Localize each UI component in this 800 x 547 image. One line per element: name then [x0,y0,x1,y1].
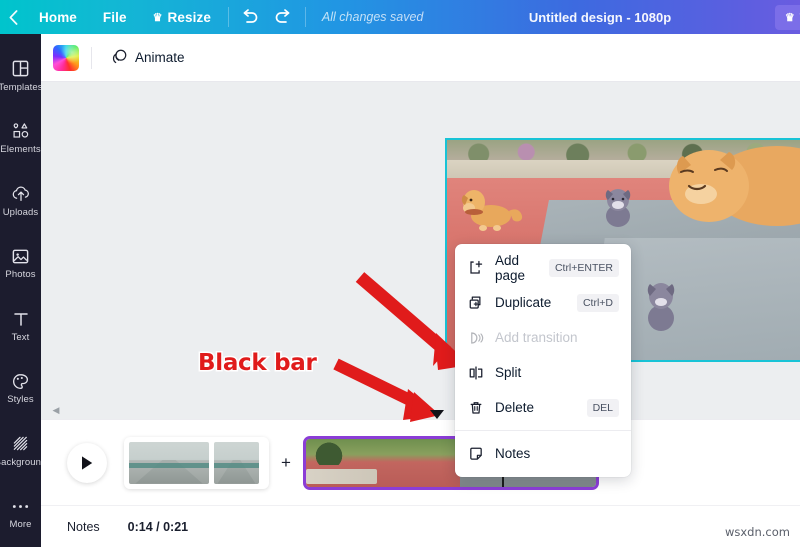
redo-arrow-icon [276,9,290,23]
cartoon-cat-large [669,146,800,226]
toolbar-divider [91,46,92,69]
undo-button[interactable] [233,0,267,34]
split-icon [467,364,484,381]
home-button[interactable]: Home [26,0,90,34]
sidebar-label-photos: Photos [5,269,36,281]
crown-icon: ♛ [152,11,163,24]
context-shortcut-duplicate: Ctrl+D [576,293,619,312]
cartoon-kitten-2 [647,283,675,331]
sidebar-label-text: Text [11,331,30,343]
file-label: File [102,9,127,25]
left-sidebar: Templates Elements Uploads Photos Text S… [0,34,46,547]
home-label: Home [39,9,77,25]
duplicate-icon [467,294,484,311]
text-t-icon [11,309,31,329]
styles-palette-icon [11,371,31,391]
sidebar-item-photos[interactable]: Photos [0,235,41,293]
watermark: wsxdn.com [724,525,790,539]
note-icon [467,445,484,462]
resize-label: Resize [167,9,211,25]
sidebar-item-background[interactable]: Background [0,422,46,480]
context-label-duplicate: Duplicate [495,295,552,310]
context-menu-item-duplicate[interactable]: Duplicate Ctrl+D [455,285,631,320]
canva-video-editor-window: Home File ♛ Resize All changes saved ♛ T… [0,0,800,547]
sidebar-item-uploads[interactable]: Uploads [0,172,41,230]
context-menu-item-add-page[interactable]: Add page Ctrl+ENTER [455,250,631,285]
animate-label: Animate [135,50,185,65]
context-label-add-transition: Add transition [495,330,578,345]
templates-icon [11,59,31,79]
clip2-thumbnail-a [306,438,460,487]
playhead-marker[interactable] [430,410,444,419]
animate-circles-icon [111,48,128,68]
page-context-menu: Add page Ctrl+ENTER Duplicate Ctrl+D Add… [455,244,631,477]
crown-icon-try: ♛ [784,11,795,24]
timeline-clip-foggy-road[interactable] [124,436,269,489]
time-display: 0:14 / 0:21 [127,519,189,534]
cartoon-dog [461,190,523,231]
play-button[interactable] [67,442,107,483]
clip-thumbnail-1a [129,441,209,484]
undo-arrow-icon [243,9,258,23]
header-divider-2 [304,7,306,27]
back-button[interactable] [0,0,26,34]
context-label-notes: Notes [495,446,531,461]
sidebar-label-background: Background [0,456,47,468]
cartoon-kitten-1 [605,189,631,227]
app-header: Home File ♛ Resize All changes saved ♛ T… [0,0,800,34]
file-menu-button[interactable]: File [90,0,140,34]
elements-shapes-icon [11,121,31,141]
sidebar-item-templates[interactable]: Templates [0,47,43,105]
context-label-split: Split [495,365,522,380]
sidebar-label-more: More [9,519,32,531]
context-menu-item-notes[interactable]: Notes [455,436,631,471]
redo-button[interactable] [267,0,301,34]
context-label-add-page: Add page [495,252,526,283]
sidebar-item-text[interactable]: Text [0,297,41,355]
sidebar-item-styles[interactable]: Styles [0,360,41,418]
canvas-scroll-left-button[interactable]: ◀ [49,403,63,417]
resize-button[interactable]: ♛ Resize [140,0,224,34]
play-triangle-icon [82,455,93,470]
context-label-delete: Delete [495,400,535,415]
try-pro-button[interactable]: ♛ Tr [774,4,800,30]
context-shortcut-delete: DEL [586,398,619,417]
status-bar: Notes 0:14 / 0:21 [41,505,800,547]
context-menu-item-add-transition: Add transition [455,320,631,355]
sidebar-item-more[interactable]: More [0,485,41,543]
black-bar-annotation: Black bar [197,349,319,378]
save-status: All changes saved [321,10,424,24]
sidebar-label-templates: Templates [0,81,43,93]
notes-button[interactable]: Notes [67,520,100,534]
add-page-icon [467,259,484,276]
context-menu-divider [455,430,631,431]
clip-thumbnail-1b [214,441,259,484]
photo-image-icon [11,246,31,266]
sidebar-item-elements[interactable]: Elements [0,110,41,168]
color-swatch-button[interactable] [53,44,79,71]
transition-icon [467,329,484,346]
editor-toolbar: Animate [41,34,800,82]
header-right-group: ♛ Tr [774,4,800,30]
sidebar-label-elements: Elements [0,144,41,156]
sidebar-label-styles: Styles [7,394,34,406]
context-shortcut-add-page: Ctrl+ENTER [548,258,619,277]
animate-button[interactable]: Animate [104,43,192,73]
trash-icon [467,399,484,416]
timeline-bar: + … [41,419,800,505]
upload-cloud-icon [11,184,31,204]
context-menu-item-split[interactable]: Split [455,355,631,390]
add-clip-button[interactable]: + [276,453,296,473]
design-canvas[interactable]: ◀ [41,82,800,419]
context-menu-item-delete[interactable]: Delete DEL [455,390,631,425]
header-divider [227,7,229,27]
more-dots-icon [11,496,31,516]
background-hatch-icon [11,434,31,454]
sidebar-label-uploads: Uploads [2,206,39,218]
